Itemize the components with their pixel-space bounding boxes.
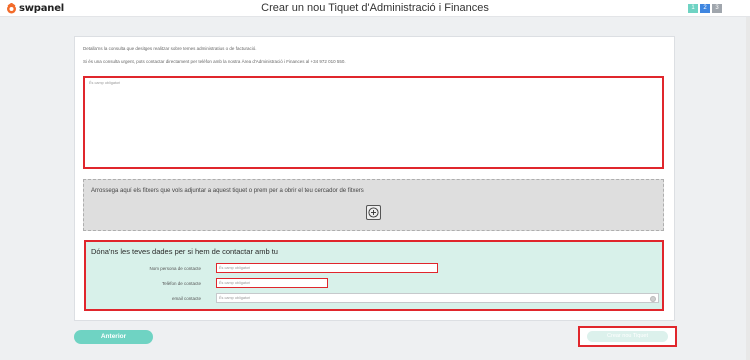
contact-name-label: Nom persona de contacte xyxy=(149,266,201,271)
contact-name-input[interactable]: És camp obligatori xyxy=(216,263,438,273)
dropzone-text: Arrossega aquí els fitxers que vols adju… xyxy=(91,188,364,194)
contact-phone-placeholder: És camp obligatori xyxy=(219,281,251,285)
contact-details-section: Dóna'ns les teves dades per si hem de co… xyxy=(84,240,664,311)
contact-email-label: email contacte xyxy=(171,296,201,301)
contact-email-input[interactable]: És camp obligatori xyxy=(216,293,659,303)
top-bar: swpanel Crear un nou Tiquet d'Administra… xyxy=(0,0,750,17)
add-file-button[interactable] xyxy=(366,205,381,220)
intro-text: Detalla'ns la consulta que desitges real… xyxy=(83,46,257,51)
previous-button[interactable]: Anterior xyxy=(74,330,153,344)
email-clear-icon[interactable] xyxy=(650,295,656,302)
contact-email-placeholder: És camp obligatori xyxy=(219,296,251,300)
file-dropzone[interactable]: Arrossega aquí els fitxers que vols adju… xyxy=(83,179,664,231)
step-2: 2 xyxy=(700,4,710,13)
page-title: Crear un nou Tiquet d'Administració i Fi… xyxy=(261,2,489,14)
create-ticket-button[interactable]: Crear nou Tiquet xyxy=(587,331,668,342)
page-scrollbar[interactable] xyxy=(746,17,750,360)
message-placeholder: És camp obligatori xyxy=(89,81,121,85)
contact-name-placeholder: És camp obligatori xyxy=(219,266,251,270)
message-textarea[interactable]: És camp obligatori xyxy=(83,76,664,169)
step-indicator: 1 2 3 xyxy=(688,4,722,13)
plus-circle-icon xyxy=(368,207,379,218)
contact-phone-input[interactable]: És camp obligatori xyxy=(216,278,328,288)
urgent-contact-text: Si és una consulta urgent, pots contacta… xyxy=(83,59,346,64)
step-1: 1 xyxy=(688,4,698,13)
contact-phone-label: Telèfon de contacte xyxy=(161,281,201,286)
create-ticket-highlight: Crear nou Tiquet xyxy=(578,326,677,347)
step-3: 3 xyxy=(712,4,722,13)
contact-section-title: Dóna'ns les teves dades per si hem de co… xyxy=(91,247,278,256)
